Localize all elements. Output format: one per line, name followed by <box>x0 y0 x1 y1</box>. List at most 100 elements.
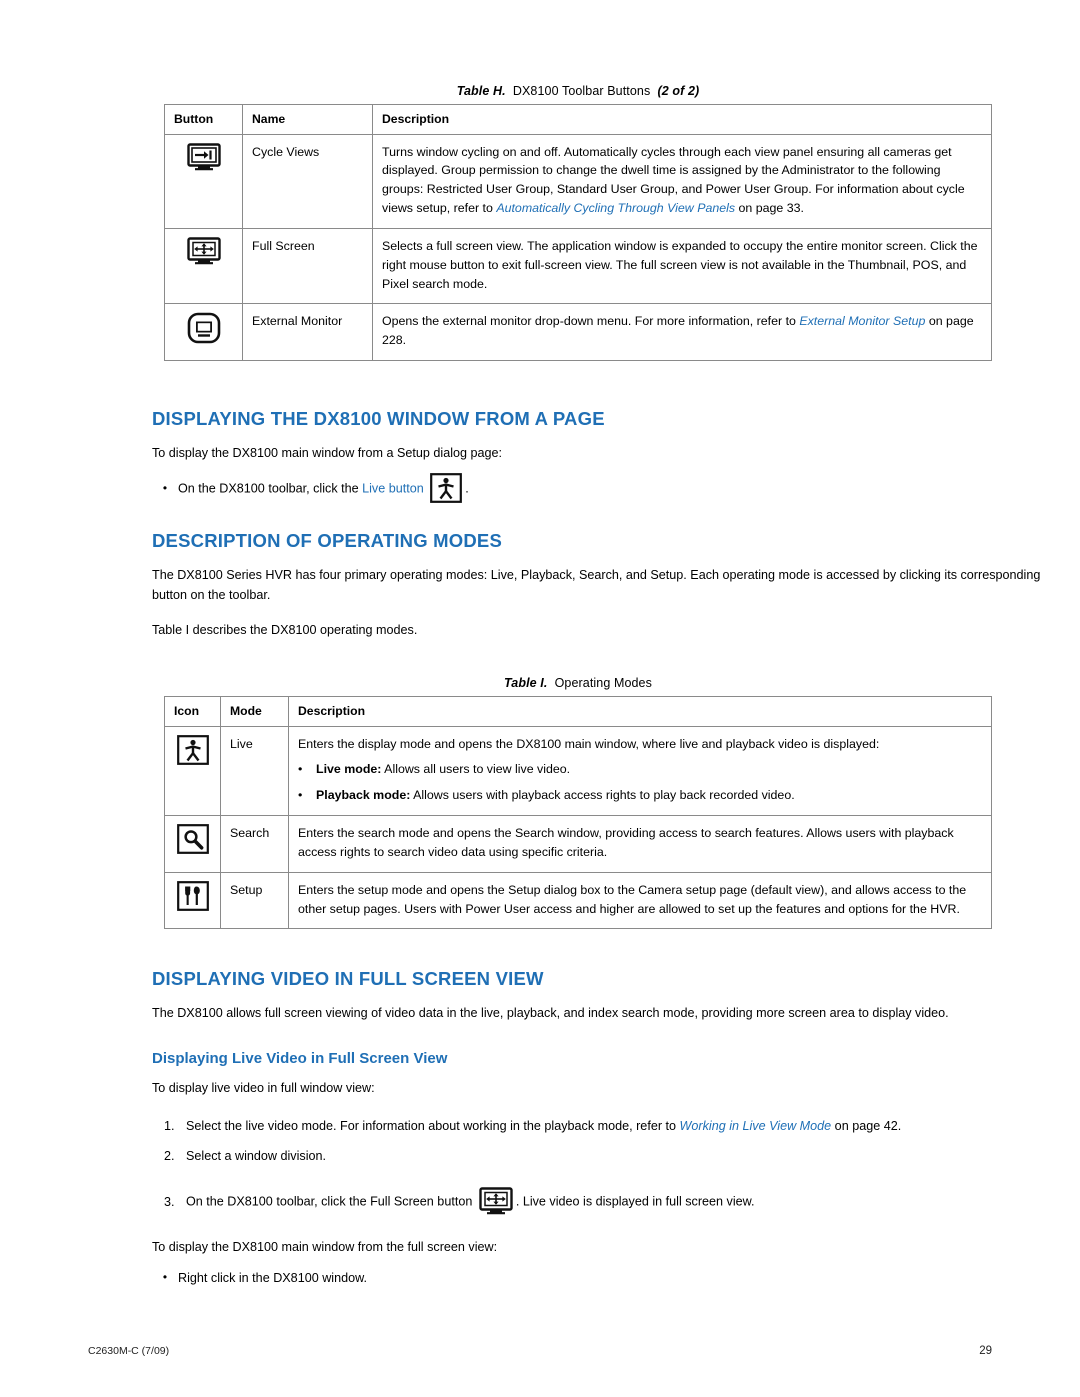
table-h-caption-prefix: Table H. <box>456 84 506 98</box>
table-i-header-description: Description <box>288 696 992 727</box>
setup-mode-name: Setup <box>220 871 289 930</box>
external-monitor-desc-part1: Opens the external monitor drop-down men… <box>382 314 800 329</box>
section1-bullet-post: . <box>465 480 469 495</box>
section2-para1: The DX8100 Series HVR has four primary o… <box>152 568 1041 602</box>
step-1-post: on page 42. <box>831 1119 902 1134</box>
bullet-dot-icon: • <box>162 1270 168 1285</box>
table-i-block: Table I. Operating Modes Icon Mode Descr… <box>0 676 1080 930</box>
table-i-caption-prefix: Table I. <box>504 676 548 690</box>
live-mode-bullet-1: • Live mode: Allows all users to view li… <box>298 760 982 779</box>
step-1-pre: Select the live video mode. For informat… <box>186 1119 680 1134</box>
cycle-views-desc-part2: on page 33. <box>735 201 804 216</box>
live-mode-bullet-2: • Playback mode: Allows users with playb… <box>298 786 982 805</box>
external-monitor-desc-link[interactable]: External Monitor Setup <box>799 314 925 328</box>
section-operating-modes: DESCRIPTION OF OPERATING MODES The DX810… <box>0 530 1080 651</box>
external-monitor-icon <box>187 312 221 344</box>
list-item: 1. Select the live video mode. For infor… <box>152 1116 1032 1136</box>
cycle-views-desc-link[interactable]: Automatically Cycling Through View Panel… <box>496 201 735 215</box>
cycle-views-description: Turns window cycling on and off. Automat… <box>372 133 992 229</box>
table-row: Cycle Views Turns window cycling on and … <box>164 133 992 229</box>
list-item: 3. On the DX8100 toolbar, click the Full… <box>152 1187 1032 1216</box>
table-row: Setup Enters the setup mode and opens th… <box>164 871 992 930</box>
section2-para2: Table I describes the DX8100 operating m… <box>152 623 418 638</box>
step-3-number: 3. <box>164 1195 175 1210</box>
search-mode-description: Enters the search mode and opens the Sea… <box>288 815 992 873</box>
table-i-caption-main: Operating Modes <box>554 676 652 690</box>
table-h: Button Name Description Cycle Views Turn… <box>164 104 992 362</box>
search-mode-name: Search <box>220 815 289 873</box>
section3-para2: To display live video in full window vie… <box>152 1080 375 1095</box>
external-monitor-description: Opens the external monitor drop-down men… <box>372 303 992 362</box>
step-2-text: Select a window division. <box>186 1149 327 1164</box>
section1-bullet-pre: On the DX8100 toolbar, click the <box>178 480 363 495</box>
bullet-dot-icon: • <box>162 480 168 495</box>
cycle-views-icon-cell <box>164 133 243 229</box>
full-screen-description: Selects a full screen view. The applicat… <box>372 227 992 305</box>
table-row: Search Enters the search mode and opens … <box>164 815 992 873</box>
table-h-header-button: Button <box>164 104 243 135</box>
footer-page-number: 29 <box>979 1345 992 1357</box>
live-mode-bullet-1-text: Allows all users to view live video. <box>381 762 571 777</box>
live-mode-icon-cell <box>164 725 221 817</box>
live-mode-bullet-1-bold: Live mode: <box>316 762 382 777</box>
list-item: 2. Select a window division. <box>152 1146 1032 1166</box>
table-i-header-icon: Icon <box>164 696 221 727</box>
full-screen-icon-cell <box>164 227 243 305</box>
section3-bullet: • Right click in the DX8100 window. <box>152 1268 1032 1288</box>
table-row: External Monitor Opens the external moni… <box>164 303 992 362</box>
section-full-screen-view: DISPLAYING VIDEO IN FULL SCREEN VIEW The… <box>0 968 1080 1292</box>
setup-mode-icon-cell <box>164 871 221 930</box>
live-mode-bullet-2-bold: Playback mode: <box>316 788 411 803</box>
page-title-operating-modes: DESCRIPTION OF OPERATING MODES <box>152 530 502 551</box>
table-h-header-name: Name <box>242 104 373 135</box>
section1-intro: To display the DX8100 main window from a… <box>152 446 503 460</box>
table-i-header-mode: Mode <box>220 696 289 727</box>
live-mode-name: Live <box>220 725 289 817</box>
step-1-link[interactable]: Working in Live View Mode <box>680 1119 832 1133</box>
page-title-full-screen-view: DISPLAYING VIDEO IN FULL SCREEN VIEW <box>152 968 544 989</box>
live-mode-desc-intro: Enters the display mode and opens the DX… <box>298 736 880 751</box>
subheading-live-full-screen: Displaying Live Video in Full Screen Vie… <box>152 1049 448 1067</box>
external-monitor-name: External Monitor <box>242 303 373 362</box>
section1-bullet: • On the DX8100 toolbar, click the Live … <box>152 472 1020 504</box>
cycle-views-icon <box>186 142 221 171</box>
live-button-link[interactable]: Live button <box>362 481 424 495</box>
live-mode-icon <box>430 472 463 503</box>
step-1-number: 1. <box>164 1119 175 1134</box>
full-screen-icon <box>479 1187 513 1215</box>
table-h-caption-main: DX8100 Toolbar Buttons <box>512 84 651 98</box>
footer-doc-id: C2630M-C (7/09) <box>88 1345 170 1357</box>
section3-para3: To display the DX8100 main window from t… <box>152 1240 498 1255</box>
cycle-views-name: Cycle Views <box>242 133 373 229</box>
search-mode-icon <box>176 824 209 854</box>
section-displaying-window: DISPLAYING THE DX8100 WINDOW FROM A PAGE… <box>0 408 1080 508</box>
section3-para1: The DX8100 allows full screen viewing of… <box>152 1006 949 1020</box>
full-screen-icon <box>186 237 221 265</box>
step-3-pre: On the DX8100 toolbar, click the Full Sc… <box>186 1194 473 1209</box>
live-mode-description: Enters the display mode and opens the DX… <box>288 725 992 817</box>
table-h-caption-suffix: (2 of 2) <box>657 84 700 98</box>
live-mode-bullet-2-text: Allows users with playback access rights… <box>410 788 795 803</box>
table-i-header-row: Icon Mode Description <box>164 696 992 727</box>
table-i: Icon Mode Description Live Enters the di… <box>164 696 992 930</box>
bullet-dot-icon: • <box>298 762 303 777</box>
page-title-displaying-window: DISPLAYING THE DX8100 WINDOW FROM A PAGE <box>152 408 605 429</box>
external-monitor-icon-cell <box>164 303 243 362</box>
setup-mode-description: Enters the setup mode and opens the Setu… <box>288 871 992 930</box>
document-page: Table H. DX8100 Toolbar Buttons (2 of 2)… <box>0 0 1080 1397</box>
table-h-block: Table H. DX8100 Toolbar Buttons (2 of 2)… <box>164 84 992 362</box>
setup-mode-icon <box>176 880 209 911</box>
step-2-number: 2. <box>164 1149 175 1164</box>
table-h-caption: Table H. DX8100 Toolbar Buttons (2 of 2) <box>164 84 992 98</box>
bullet-dot-icon: • <box>298 788 303 803</box>
section3-bullet-text: Right click in the DX8100 window. <box>178 1270 368 1285</box>
table-i-caption: Table I. Operating Modes <box>164 676 992 690</box>
search-mode-icon-cell <box>164 815 221 873</box>
table-h-header-row: Button Name Description <box>164 104 992 135</box>
table-row: Live Enters the display mode and opens t… <box>164 725 992 817</box>
full-screen-name: Full Screen <box>242 227 373 305</box>
page-footer: C2630M-C (7/09) 29 <box>88 1345 992 1357</box>
table-h-header-description: Description <box>372 104 992 135</box>
table-row: Full Screen Selects a full screen view. … <box>164 227 992 305</box>
live-mode-icon <box>176 734 209 765</box>
